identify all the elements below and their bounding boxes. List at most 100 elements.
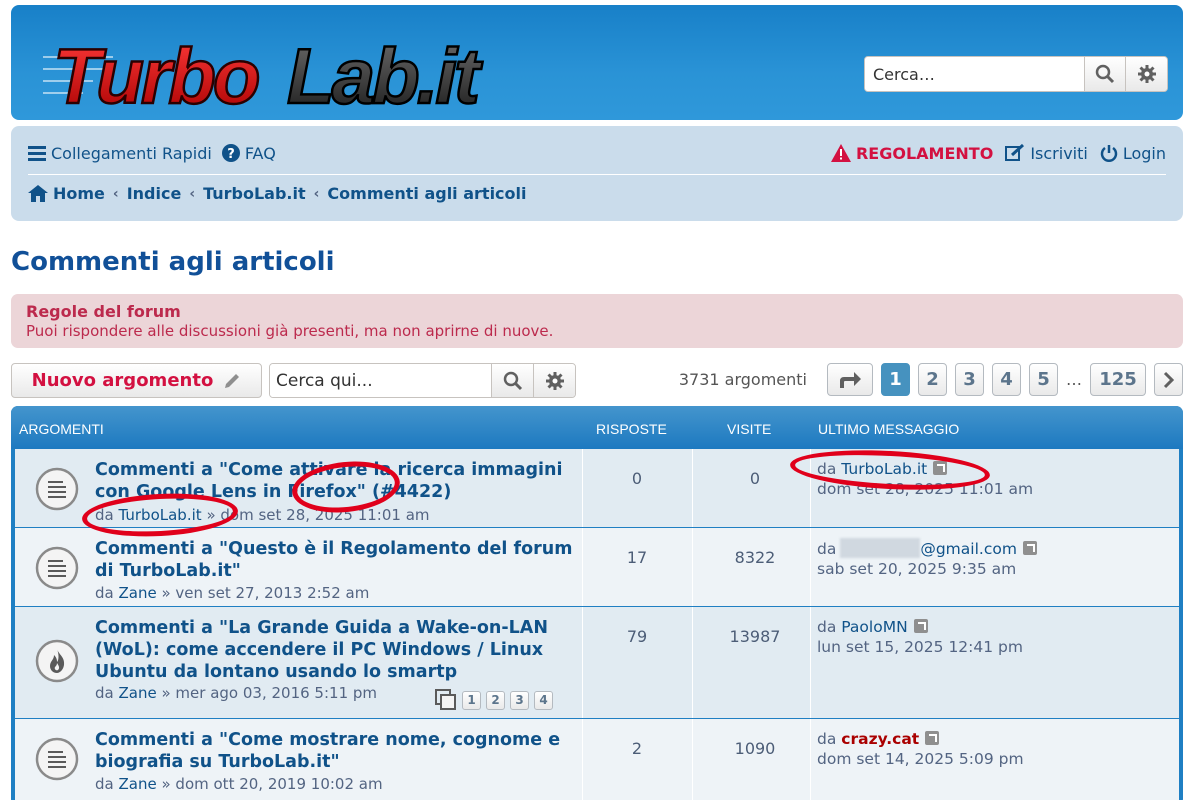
- chevron-left-icon: ‹: [313, 185, 320, 202]
- page-button-4[interactable]: 4: [992, 363, 1021, 396]
- pencil-icon: [225, 373, 240, 388]
- copy-pages-icon: [435, 689, 456, 710]
- forum-search-box: [269, 363, 576, 398]
- goto-last-post-icon[interactable]: [925, 731, 940, 745]
- faq-link[interactable]: ? FAQ: [221, 143, 276, 163]
- rules-link[interactable]: REGOLAMENTO: [830, 143, 994, 163]
- last-post-user[interactable]: TurboLab.it: [841, 460, 927, 478]
- faq-label: FAQ: [244, 143, 276, 163]
- gear-icon: [545, 371, 564, 390]
- last-post-user[interactable]: crazy.cat: [841, 730, 919, 748]
- pagination-ellipsis: …: [1066, 370, 1082, 389]
- header-advanced-search-button[interactable]: [1125, 57, 1167, 91]
- hamburger-icon: [28, 146, 46, 161]
- breadcrumb-home[interactable]: Home: [53, 184, 105, 203]
- view-count: 8322: [734, 548, 776, 567]
- warning-icon: [830, 144, 851, 162]
- breadcrumb-index[interactable]: Indice: [127, 184, 182, 203]
- edit-icon: [1005, 144, 1025, 161]
- topic-meta: da Zane » dom ott 20, 2019 10:02 am: [95, 775, 383, 793]
- page-button-5[interactable]: 5: [1029, 363, 1058, 396]
- table-row: Commenti a "La Grande Guida a Wake-on-LA…: [15, 607, 1179, 718]
- nav-divider: [28, 174, 1166, 175]
- goto-last-post-icon[interactable]: [913, 619, 928, 633]
- svg-text:?: ?: [227, 147, 235, 162]
- last-post-info: da PaoloMN lun set 15, 2025 12:41 pm: [817, 618, 1023, 656]
- header-topics: Argomenti: [19, 421, 104, 437]
- last-post-date: lun set 15, 2025 12:41 pm: [817, 638, 1023, 656]
- register-label: Iscriviti: [1030, 143, 1088, 163]
- forum-rules-text: Puoi rispondere alle discussioni già pre…: [26, 322, 554, 340]
- topic-meta: da Zane » mer ago 03, 2016 5:11 pm: [95, 684, 378, 702]
- topic-title-link[interactable]: Commenti a "Come mostrare nome, cognome …: [95, 729, 577, 773]
- page-button-2[interactable]: 2: [918, 363, 947, 396]
- chevron-left-icon: ‹: [112, 185, 119, 202]
- view-count: 0: [749, 469, 761, 488]
- topic-list-header: Argomenti Risposte Visite Ultimo messagg…: [11, 406, 1183, 449]
- reply-count: 17: [626, 548, 648, 567]
- share-arrow-icon: [840, 371, 861, 388]
- view-count: 13987: [729, 627, 781, 646]
- search-icon: [1095, 64, 1114, 84]
- question-circle-icon: ?: [221, 144, 240, 162]
- header-last-post: Ultimo messaggio: [818, 421, 960, 437]
- svg-text:Turbo: Turbo: [53, 33, 259, 113]
- mini-page-2[interactable]: 2: [486, 690, 505, 710]
- power-icon: [1100, 145, 1118, 162]
- mini-page-3[interactable]: 3: [510, 690, 529, 710]
- last-post-user[interactable]: @gmail.com: [920, 540, 1017, 558]
- header-views: Visite: [727, 421, 772, 437]
- header-search-button[interactable]: [1083, 57, 1126, 91]
- mini-page-1[interactable]: 1: [462, 690, 481, 710]
- topic-title-link[interactable]: Commenti a "La Grande Guida a Wake-on-LA…: [95, 617, 577, 683]
- topic-count: 3731 argomenti: [678, 370, 807, 389]
- topic-read-icon: [35, 737, 79, 781]
- forum-search-input[interactable]: [270, 364, 491, 397]
- page-title[interactable]: Commenti agli articoli: [11, 247, 335, 277]
- new-topic-button[interactable]: Nuovo argomento: [11, 363, 262, 398]
- author-link[interactable]: Zane: [119, 584, 157, 602]
- author-link[interactable]: Zane: [119, 684, 157, 702]
- quick-links-menu[interactable]: Collegamenti Rapidi: [28, 144, 212, 163]
- breadcrumb-forum[interactable]: Commenti agli articoli: [327, 184, 526, 203]
- site-logo[interactable]: Turbo Lab.it: [43, 31, 543, 121]
- page-button-3[interactable]: 3: [955, 363, 984, 396]
- jump-to-page-button[interactable]: [827, 363, 873, 396]
- topic-title-link[interactable]: Commenti a "Come attivare la ricerca imm…: [95, 459, 577, 503]
- forum-rules-box: Regole del forum Puoi rispondere alle di…: [11, 294, 1183, 348]
- reply-count: 79: [626, 627, 648, 646]
- breadcrumb-turbolab[interactable]: TurboLab.it: [203, 184, 306, 203]
- last-post-user[interactable]: PaoloMN: [841, 618, 907, 636]
- last-post-info: da crazy.cat dom set 14, 2025 5:09 pm: [817, 730, 1024, 768]
- topic-mini-pagination: 1 2 3 4: [435, 689, 553, 711]
- goto-last-post-icon[interactable]: [1022, 541, 1037, 555]
- mini-page-4[interactable]: 4: [534, 690, 553, 710]
- goto-last-post-icon[interactable]: [933, 461, 948, 475]
- pagination: 3731 argomenti 1 2 3 4 5 … 125: [679, 363, 1183, 396]
- last-post-date: sab set 20, 2025 9:35 am: [817, 560, 1017, 578]
- chevron-right-icon: [1163, 371, 1174, 388]
- chevron-left-icon: ‹: [189, 185, 196, 202]
- register-link[interactable]: Iscriviti: [1005, 144, 1088, 163]
- rules-label: REGOLAMENTO: [855, 143, 994, 163]
- forum-search-button[interactable]: [491, 364, 533, 397]
- author-link[interactable]: Zane: [119, 775, 157, 793]
- search-icon: [503, 371, 522, 390]
- login-label: Login: [1122, 143, 1166, 163]
- header-search-input[interactable]: [865, 57, 1084, 91]
- author-link[interactable]: TurboLab.it: [119, 506, 202, 524]
- gear-icon: [1137, 65, 1156, 83]
- page-button-last[interactable]: 125: [1090, 363, 1146, 396]
- login-link[interactable]: Login: [1100, 144, 1166, 163]
- last-post-info: da @gmail.com sab set 20, 2025 9:35 am: [817, 538, 1037, 579]
- topic-title-link[interactable]: Commenti a "Questo è il Regolamento del …: [95, 538, 577, 582]
- page-button-1[interactable]: 1: [881, 363, 910, 396]
- svg-text:Lab.it: Lab.it: [287, 33, 483, 113]
- topic-list: Argomenti Risposte Visite Ultimo messagg…: [11, 406, 1183, 800]
- topic-read-icon: [35, 546, 79, 590]
- new-topic-label: Nuovo argomento: [31, 370, 214, 391]
- next-page-button[interactable]: [1154, 363, 1183, 396]
- last-post-date: dom set 14, 2025 5:09 pm: [817, 750, 1024, 768]
- home-icon: [28, 185, 48, 202]
- forum-advanced-search-button[interactable]: [533, 364, 575, 397]
